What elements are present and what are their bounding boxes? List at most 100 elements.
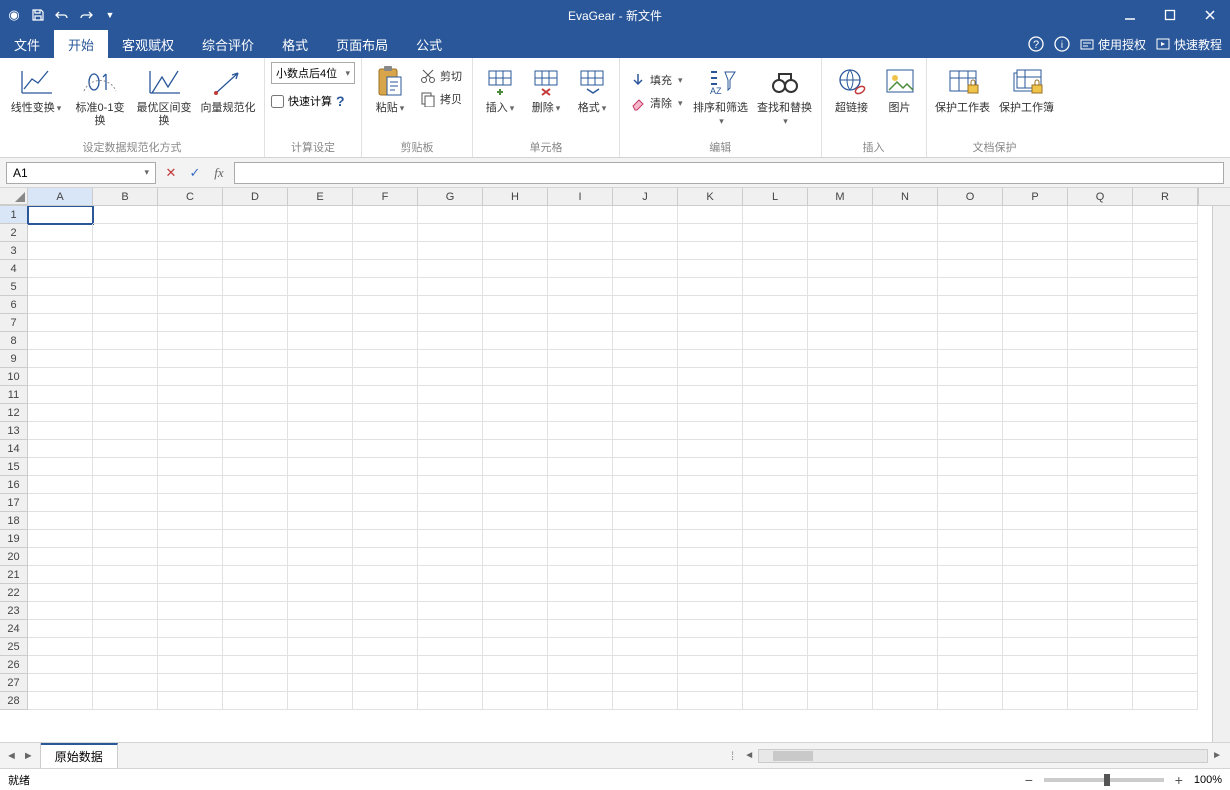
cell[interactable] [288,692,353,710]
cell[interactable] [223,458,288,476]
cell[interactable] [938,206,1003,224]
cell[interactable] [483,404,548,422]
cell[interactable] [548,512,613,530]
cell[interactable] [678,224,743,242]
undo-icon[interactable] [54,7,70,23]
cell[interactable] [1133,458,1198,476]
cell[interactable] [1133,548,1198,566]
cell[interactable] [158,692,223,710]
cell[interactable] [1003,368,1068,386]
cell[interactable] [418,404,483,422]
help-icon[interactable]: ? [1028,36,1044,52]
cell[interactable] [1133,404,1198,422]
cell[interactable] [483,584,548,602]
cell[interactable] [418,278,483,296]
cell[interactable] [28,494,93,512]
cell[interactable] [1068,620,1133,638]
cell[interactable] [1068,206,1133,224]
cell[interactable] [353,296,418,314]
cell[interactable] [353,512,418,530]
cell[interactable] [1003,242,1068,260]
cell[interactable] [873,206,938,224]
cell[interactable] [678,422,743,440]
cell[interactable] [353,314,418,332]
column-header[interactable]: N [873,188,938,205]
cell[interactable] [548,332,613,350]
cell[interactable] [1068,476,1133,494]
cell[interactable] [1003,314,1068,332]
cell[interactable] [613,242,678,260]
cell[interactable] [93,476,158,494]
cell[interactable] [28,638,93,656]
copy-button[interactable]: 拷贝 [416,89,466,109]
cell[interactable] [158,404,223,422]
cell[interactable] [288,278,353,296]
cell[interactable] [483,260,548,278]
app-icon[interactable]: ◉ [6,7,22,23]
column-header[interactable]: O [938,188,1003,205]
cell[interactable] [28,278,93,296]
row-header[interactable]: 16 [0,476,28,494]
column-header[interactable]: A [28,188,93,205]
cell[interactable] [418,314,483,332]
find-replace-button[interactable]: 查找和替换▾ [755,62,815,130]
cell[interactable] [353,368,418,386]
cell[interactable] [678,458,743,476]
cell[interactable] [678,656,743,674]
cell[interactable] [743,224,808,242]
cell[interactable] [418,422,483,440]
cell[interactable] [1133,512,1198,530]
cell[interactable] [288,224,353,242]
row-header[interactable]: 8 [0,332,28,350]
cell[interactable] [223,260,288,278]
cell[interactable] [1068,386,1133,404]
cell[interactable] [678,494,743,512]
cell[interactable] [938,548,1003,566]
cell[interactable] [613,350,678,368]
cell[interactable] [483,602,548,620]
cell[interactable] [93,656,158,674]
cell[interactable] [743,602,808,620]
cell[interactable] [548,278,613,296]
cell[interactable] [483,224,548,242]
cell[interactable] [1003,512,1068,530]
cell[interactable] [1003,476,1068,494]
cell[interactable] [613,386,678,404]
cell[interactable] [548,494,613,512]
cell[interactable] [483,440,548,458]
cell[interactable] [353,620,418,638]
format-cells-button[interactable]: 格式▾ [571,62,613,117]
column-header[interactable]: H [483,188,548,205]
cell[interactable] [1133,656,1198,674]
cell[interactable] [28,206,93,224]
cell[interactable] [93,494,158,512]
cell[interactable] [1068,242,1133,260]
cell[interactable] [678,332,743,350]
cell[interactable] [873,296,938,314]
cell[interactable] [548,530,613,548]
row-header[interactable]: 1 [0,206,28,224]
cell[interactable] [1133,566,1198,584]
cell[interactable] [28,368,93,386]
cell[interactable] [28,242,93,260]
cell[interactable] [548,314,613,332]
cell[interactable] [678,350,743,368]
cell[interactable] [678,566,743,584]
cell[interactable] [353,404,418,422]
cell[interactable] [808,548,873,566]
cell[interactable] [93,422,158,440]
cell[interactable] [353,674,418,692]
cell[interactable] [743,404,808,422]
cell[interactable] [938,260,1003,278]
cell[interactable] [1133,224,1198,242]
cell[interactable] [288,386,353,404]
cell[interactable] [223,638,288,656]
cell[interactable] [288,656,353,674]
cell[interactable] [288,512,353,530]
cell[interactable] [353,422,418,440]
cell[interactable] [873,656,938,674]
cell[interactable] [743,278,808,296]
cell[interactable] [93,260,158,278]
row-header[interactable]: 25 [0,638,28,656]
cell[interactable] [1133,692,1198,710]
